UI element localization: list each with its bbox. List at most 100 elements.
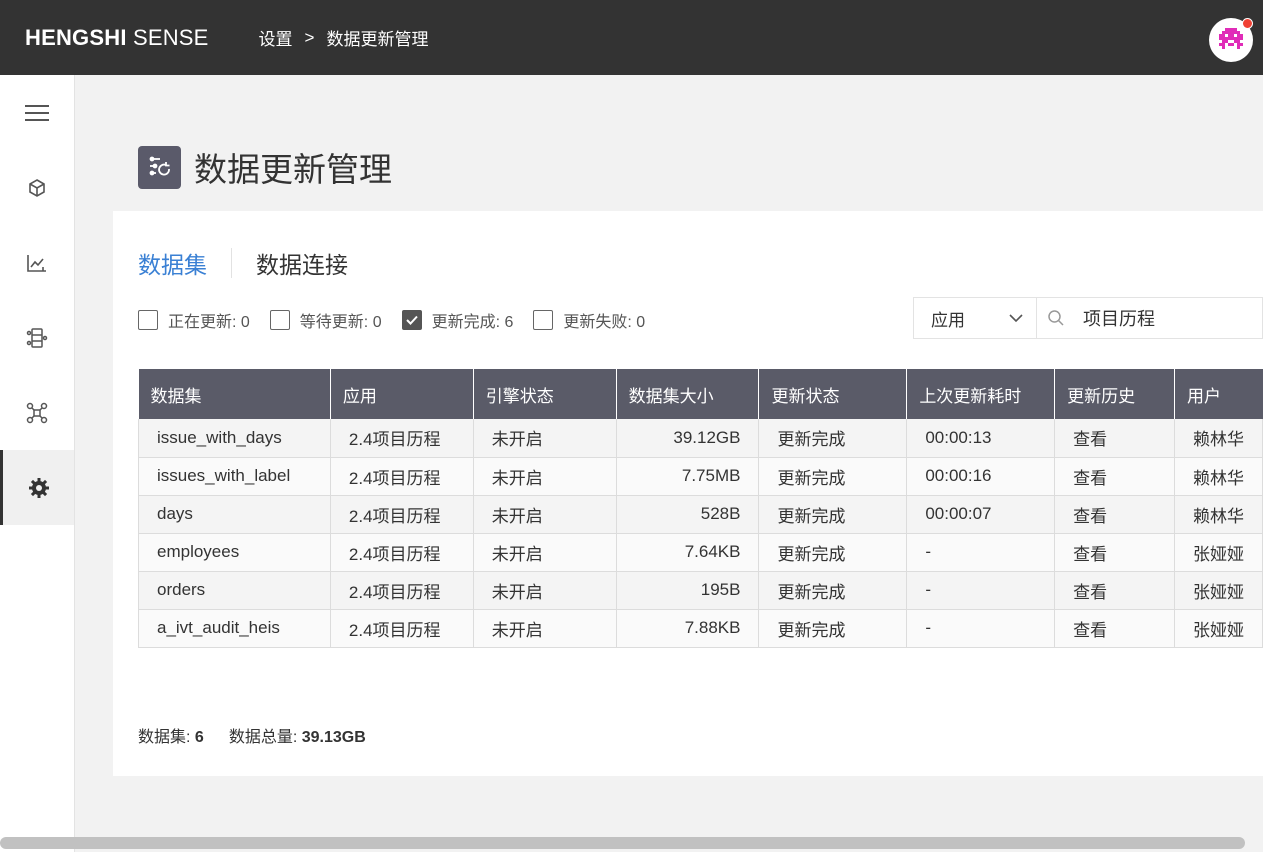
view-history-link[interactable]: 查看 <box>1054 571 1175 610</box>
cell-size: 528B <box>615 495 760 534</box>
column-header[interactable]: 上次更新耗时 <box>906 369 1056 419</box>
view-history-link[interactable]: 查看 <box>1054 419 1175 458</box>
datasets-table: 数据集 应用 引擎状态 数据集大小 更新状态 上次更新耗时 更新历史 用户 is… <box>138 369 1263 648</box>
data-update-icon <box>138 145 181 189</box>
tab-connections[interactable]: 数据连接 <box>256 246 348 280</box>
cell-app: 2.4项目历程 <box>329 533 474 572</box>
cell-duration: 00:00:13 <box>906 419 1056 458</box>
filter-updating[interactable]: 正在更新: 0 <box>138 308 250 332</box>
filter-label: 更新失败: 0 <box>563 314 646 331</box>
tab-bar: 数据集 数据连接 <box>138 246 348 280</box>
cell-dataset: issue_with_days <box>138 419 331 458</box>
checkbox[interactable] <box>269 310 290 330</box>
chevron-down-icon <box>1009 314 1023 323</box>
check-icon <box>405 315 418 325</box>
column-header[interactable]: 引擎状态 <box>473 369 617 419</box>
cell-update-status: 更新完成 <box>758 571 908 610</box>
checkbox[interactable] <box>533 310 554 330</box>
table-row[interactable]: issue_with_days 2.4项目历程 未开启 39.12GB 更新完成… <box>138 419 1263 458</box>
content-card: 数据集 数据连接 正在更新: 0 等待更新: 0 更新完成: 6 更新失败: 0… <box>113 211 1263 776</box>
checkbox[interactable] <box>138 310 158 330</box>
cell-user: 赖林华 <box>1173 495 1263 534</box>
cell-app: 2.4项目历程 <box>329 457 474 496</box>
search-icon <box>1048 310 1064 326</box>
table-row[interactable]: employees 2.4项目历程 未开启 7.64KB 更新完成 - 查看 张… <box>138 533 1263 572</box>
filter-failed[interactable]: 更新失败: 0 <box>533 308 645 332</box>
dataset-count: 数据集: 6 <box>138 729 204 746</box>
column-header[interactable]: 数据集大小 <box>616 369 760 419</box>
column-header[interactable]: 用户 <box>1174 369 1263 419</box>
cell-app: 2.4项目历程 <box>329 609 474 648</box>
cell-update-status: 更新完成 <box>758 533 908 572</box>
menu-toggle-button[interactable] <box>0 75 74 150</box>
sidebar <box>0 75 75 852</box>
cell-user: 赖林华 <box>1173 457 1263 496</box>
column-header[interactable]: 更新状态 <box>758 369 908 419</box>
sidebar-item-dashboards[interactable] <box>0 225 74 300</box>
main-content: 数据更新管理 数据集 数据连接 正在更新: 0 等待更新: 0 更新完成: 6 <box>75 75 1263 852</box>
breadcrumb-separator: > <box>304 27 315 47</box>
horizontal-scrollbar[interactable] <box>0 837 1245 849</box>
checkbox-checked[interactable] <box>401 310 422 330</box>
cell-app: 2.4项目历程 <box>329 571 474 610</box>
cell-user: 赖林华 <box>1173 419 1263 458</box>
view-history-link[interactable]: 查看 <box>1054 495 1175 534</box>
cell-dataset: orders <box>138 571 331 610</box>
app-select-value: 应用 <box>931 310 965 330</box>
breadcrumb-settings[interactable]: 设置 <box>259 25 293 50</box>
cell-dataset: issues_with_label <box>138 457 331 496</box>
cell-duration: 00:00:16 <box>906 457 1056 496</box>
cell-engine-status: 未开启 <box>472 495 617 534</box>
network-icon <box>26 402 48 423</box>
column-header[interactable]: 更新历史 <box>1054 369 1175 419</box>
view-history-link[interactable]: 查看 <box>1054 609 1175 648</box>
notification-dot <box>1242 18 1253 29</box>
table-row[interactable]: orders 2.4项目历程 未开启 195B 更新完成 - 查看 张娅娅 <box>138 571 1263 610</box>
cell-size: 195B <box>615 571 760 610</box>
filter-completed[interactable]: 更新完成: 6 <box>401 308 514 332</box>
app-logo[interactable]: HENGSHI SENSE <box>25 25 209 51</box>
cell-update-status: 更新完成 <box>758 495 908 534</box>
data-total: 数据总量: 39.13GB <box>228 729 366 746</box>
menu-icon <box>25 104 49 121</box>
gear-icon <box>28 477 49 498</box>
tab-divider <box>231 248 232 278</box>
tab-datasets[interactable]: 数据集 <box>138 246 207 280</box>
cell-update-status: 更新完成 <box>758 457 908 496</box>
filter-label: 更新完成: 6 <box>431 314 514 331</box>
avatar-icon <box>1219 28 1243 49</box>
search-input[interactable] <box>1083 307 1243 329</box>
cell-user: 张娅娅 <box>1173 609 1263 648</box>
cell-dataset: employees <box>138 533 331 572</box>
cell-duration: 00:00:07 <box>906 495 1056 534</box>
table-header-row: 数据集 应用 引擎状态 数据集大小 更新状态 上次更新耗时 更新历史 用户 <box>138 369 1263 419</box>
table-row[interactable]: days 2.4项目历程 未开启 528B 更新完成 00:00:07 查看 赖… <box>138 495 1263 534</box>
cell-dataset: a_ivt_audit_heis <box>138 609 331 648</box>
view-history-link[interactable]: 查看 <box>1054 533 1175 572</box>
sidebar-item-settings[interactable] <box>0 450 74 525</box>
table-row[interactable]: issues_with_label 2.4项目历程 未开启 7.75MB 更新完… <box>138 457 1263 496</box>
view-history-link[interactable]: 查看 <box>1054 457 1175 496</box>
status-filters: 正在更新: 0 等待更新: 0 更新完成: 6 更新失败: 0 <box>138 308 665 332</box>
cell-size: 7.64KB <box>615 533 760 572</box>
dataflow-icon <box>26 327 48 348</box>
breadcrumb-current: 数据更新管理 <box>326 30 429 49</box>
filter-waiting[interactable]: 等待更新: 0 <box>269 308 382 332</box>
breadcrumb: 设置 > 数据更新管理 <box>259 25 429 50</box>
cube-icon <box>29 178 45 197</box>
sidebar-item-dataflow[interactable] <box>0 300 74 375</box>
column-header[interactable]: 应用 <box>330 369 474 419</box>
page-title: 数据更新管理 <box>194 151 392 188</box>
summary-bar: 数据集: 6 数据总量: 39.13GB <box>138 723 391 747</box>
cell-duration: - <box>906 571 1056 610</box>
sidebar-item-connections[interactable] <box>0 375 74 450</box>
column-header[interactable]: 数据集 <box>138 369 331 419</box>
table-row[interactable]: a_ivt_audit_heis 2.4项目历程 未开启 7.88KB 更新完成… <box>138 609 1263 648</box>
app-select[interactable]: 应用 <box>913 297 1037 339</box>
chart-icon <box>27 254 46 272</box>
cell-user: 张娅娅 <box>1173 533 1263 572</box>
filter-label: 正在更新: 0 <box>168 314 250 331</box>
sidebar-item-datasets[interactable] <box>0 150 74 225</box>
cell-engine-status: 未开启 <box>472 419 617 458</box>
avatar[interactable] <box>1209 18 1253 62</box>
